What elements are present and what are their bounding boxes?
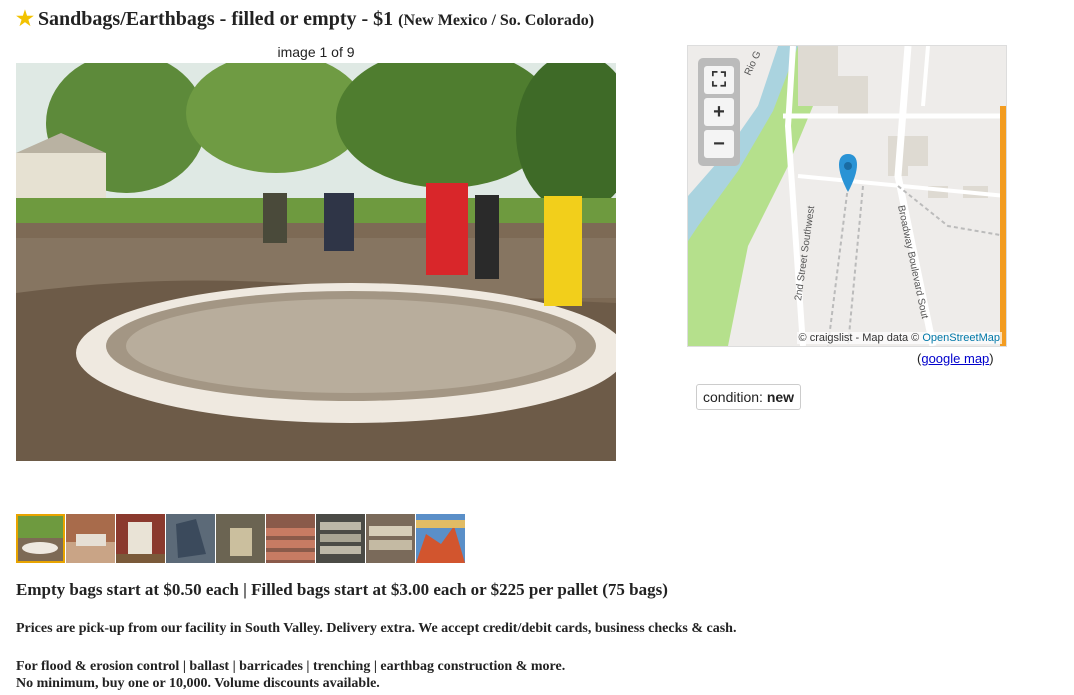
posting-headline: Empty bags start at $0.50 each | Filled …: [16, 580, 668, 599]
image-counter: image 1 of 9: [277, 44, 355, 60]
posting-paragraph-2: For flood & erosion control | ballast | …: [16, 658, 565, 692]
street-label-broadway: Broadway Boulevard Sout: [895, 204, 930, 320]
map-pin-icon[interactable]: [839, 154, 857, 192]
condition-attribute: condition: new: [696, 384, 802, 410]
condition-label: condition:: [703, 389, 763, 405]
location-map[interactable]: 2nd Street Southwest Broadway Boulevard …: [687, 45, 1007, 347]
thumbnail-5[interactable]: [216, 514, 265, 563]
map-attribution-prefix: © craigslist - Map data ©: [798, 332, 920, 344]
map-attribution: © craigslist - Map data © OpenStreetMap: [796, 332, 1002, 344]
google-map-link[interactable]: google map: [921, 351, 989, 366]
posting-location: (New Mexico / So. Colorado): [398, 12, 595, 29]
paragraph-2-line-2: No minimum, buy one or 10,000. Volume di…: [16, 676, 380, 691]
river-label: Rio G: [743, 49, 764, 77]
thumbnail-6[interactable]: [266, 514, 315, 563]
paren-close: ): [989, 351, 994, 366]
google-map-link-wrapper: (google map): [917, 351, 994, 366]
map-controls: ⛶ + −: [698, 58, 740, 166]
posting-title-text: Sandbags/Earthbags - filled or empty - $…: [37, 8, 394, 30]
thumbnail-2[interactable]: [66, 514, 115, 563]
thumbnail-3[interactable]: [116, 514, 165, 563]
thumbnail-7[interactable]: [316, 514, 365, 563]
posting-paragraph-1: Prices are pick-up from our facility in …: [16, 621, 737, 636]
fullscreen-button[interactable]: ⛶: [704, 66, 734, 94]
posting-title: ★ Sandbags/Earthbags - filled or empty - …: [16, 6, 1066, 31]
thumbnail-1[interactable]: [16, 514, 65, 563]
openstreetmap-link[interactable]: OpenStreetMap: [922, 332, 1000, 344]
thumbnail-9[interactable]: [416, 514, 465, 563]
main-image[interactable]: [16, 63, 616, 461]
thumbnail-4[interactable]: [166, 514, 215, 563]
thumbnail-strip: [16, 514, 465, 564]
zoom-in-button[interactable]: +: [704, 98, 734, 126]
condition-value: new: [766, 389, 795, 405]
fullscreen-icon: ⛶: [712, 68, 726, 91]
thumbnail-8[interactable]: [366, 514, 415, 563]
star-icon[interactable]: ★: [16, 8, 34, 30]
paragraph-2-line-1: For flood & erosion control | ballast | …: [16, 659, 566, 674]
zoom-out-button[interactable]: −: [704, 130, 734, 158]
